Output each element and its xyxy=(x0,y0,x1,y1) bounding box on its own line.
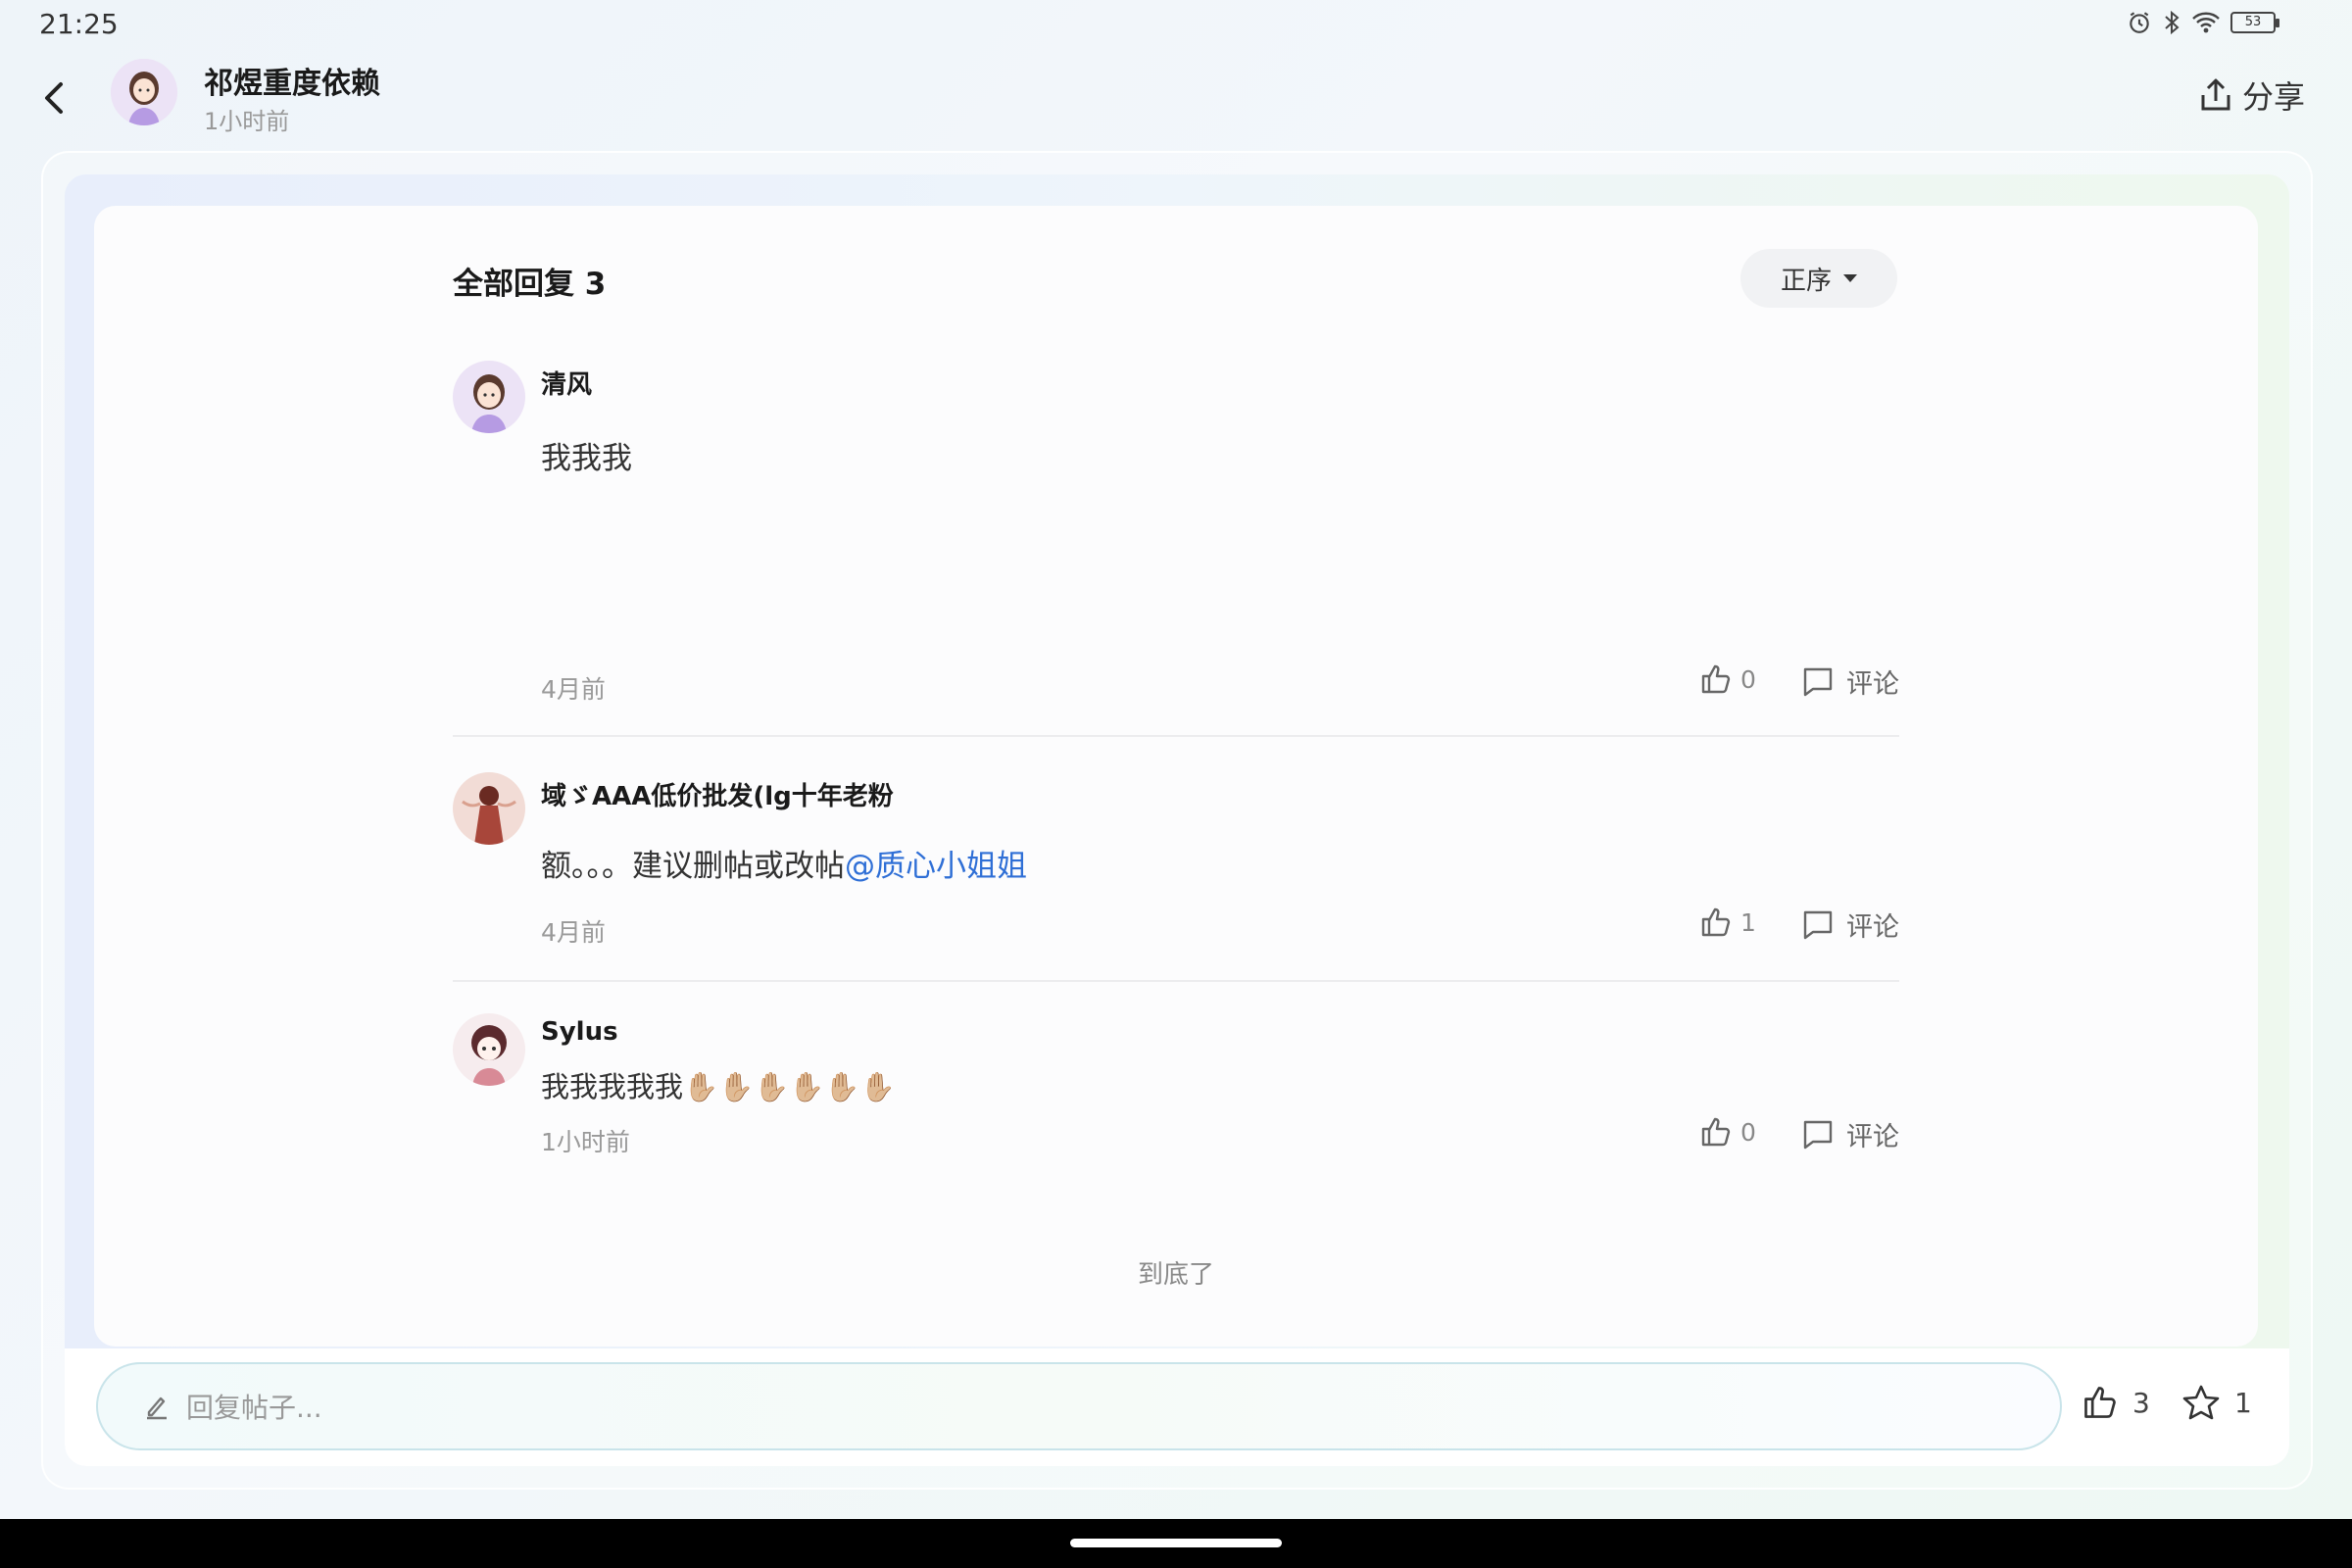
reply-like-button[interactable]: 0 xyxy=(1699,1115,1756,1149)
sort-dropdown[interactable]: 正序 xyxy=(1740,249,1897,308)
thumb-up-icon xyxy=(2084,1387,2116,1418)
reply-comment-label: 评论 xyxy=(1846,1122,1899,1152)
home-indicator[interactable] xyxy=(1070,1539,1282,1547)
comment-icon xyxy=(1803,910,1833,939)
alarm-icon xyxy=(2130,12,2149,33)
back-arrow-icon xyxy=(45,82,63,114)
reply-item: Sylus 我我我我我✋🏼✋🏼✋🏼✋🏼✋🏼✋🏼 1小时前 0 评论 xyxy=(453,1013,1899,1160)
reply-comment-button[interactable]: 评论 xyxy=(1801,662,1899,701)
user-mention-link[interactable]: @质心小姐姐 xyxy=(845,849,1027,884)
status-icons: 53 xyxy=(2127,10,2279,35)
reply-avatar[interactable] xyxy=(453,772,525,845)
reply-comment-button[interactable]: 评论 xyxy=(1801,1115,1899,1153)
replies-title: 全部回复 3 xyxy=(453,267,607,302)
reply-input[interactable]: 回复帖子... xyxy=(96,1362,2062,1450)
status-time: 21:25 xyxy=(39,8,119,40)
reply-like-count: 0 xyxy=(1740,1117,1756,1147)
reply-avatar[interactable] xyxy=(453,361,525,433)
reply-author[interactable]: 清风 xyxy=(541,365,592,401)
share-label: 分享 xyxy=(2241,78,2305,116)
reply-like-button[interactable]: 0 xyxy=(1699,662,1756,696)
reply-divider xyxy=(453,980,1899,982)
post-favorite-count: 1 xyxy=(2234,1386,2252,1419)
reply-like-count: 1 xyxy=(1740,907,1756,937)
reply-text-body: 额。。。建议删帖或改帖 xyxy=(541,849,845,884)
thumb-up-icon xyxy=(1701,1117,1731,1147)
share-icon xyxy=(2201,78,2230,111)
author-name[interactable]: 祁煜重度依赖 xyxy=(204,59,380,102)
system-navigation-bar xyxy=(0,1519,2352,1568)
bluetooth-icon xyxy=(2165,10,2180,35)
post-header: 祁煜重度依赖 1小时前 分享 xyxy=(0,51,2352,145)
reply-text: 额。。。建议删帖或改帖@质心小姐姐 xyxy=(541,841,1027,885)
pencil-icon xyxy=(147,1396,167,1420)
reply-text: 我我我 xyxy=(541,441,632,476)
battery-icon: 53 xyxy=(2230,12,2279,33)
reply-like-button[interactable]: 1 xyxy=(1699,906,1756,939)
back-button[interactable] xyxy=(35,76,74,120)
share-button[interactable]: 分享 xyxy=(2199,73,2305,118)
post-time: 1小时前 xyxy=(204,108,290,135)
reply-author[interactable]: 域ゞAAA低价批发(lg十年老粉 xyxy=(541,776,894,812)
reply-time: 1小时前 xyxy=(541,1128,630,1156)
reply-divider xyxy=(453,735,1899,737)
reply-time: 4月前 xyxy=(541,918,606,947)
thumb-up-icon xyxy=(1701,664,1731,694)
reply-comment-label: 评论 xyxy=(1846,912,1899,943)
status-bar: 21:25 53 xyxy=(0,0,2352,49)
reply-item: 域ゞAAA低价批发(lg十年老粉 额。。。建议删帖或改帖@质心小姐姐 4月前 1… xyxy=(453,772,1899,949)
caret-down-icon xyxy=(1843,274,1857,282)
reply-item: 清风 我我我 4月前 0 评论 xyxy=(453,361,1899,713)
end-of-list-text: 到底了 xyxy=(1137,1260,1214,1290)
reply-input-placeholder: 回复帖子... xyxy=(186,1392,322,1424)
post-like-count: 3 xyxy=(2132,1386,2150,1419)
reply-author[interactable]: Sylus xyxy=(541,1017,618,1047)
sort-label: 正序 xyxy=(1780,266,1832,296)
comment-icon xyxy=(1803,1120,1833,1149)
post-favorite-button[interactable]: 1 xyxy=(2181,1384,2252,1421)
star-icon xyxy=(2182,1385,2220,1420)
reply-comment-label: 评论 xyxy=(1846,669,1899,700)
reply-comment-button[interactable]: 评论 xyxy=(1801,906,1899,944)
reply-time: 4月前 xyxy=(541,675,606,704)
reply-text: 我我我我我✋🏼✋🏼✋🏼✋🏼✋🏼✋🏼 xyxy=(541,1070,896,1103)
wifi-icon xyxy=(2192,12,2220,33)
comment-icon xyxy=(1803,667,1833,696)
reply-like-count: 0 xyxy=(1740,664,1756,694)
author-avatar[interactable] xyxy=(111,59,177,125)
thumb-up-icon xyxy=(1701,907,1731,937)
post-like-button[interactable]: 3 xyxy=(2082,1384,2150,1421)
reply-avatar[interactable] xyxy=(453,1013,525,1086)
